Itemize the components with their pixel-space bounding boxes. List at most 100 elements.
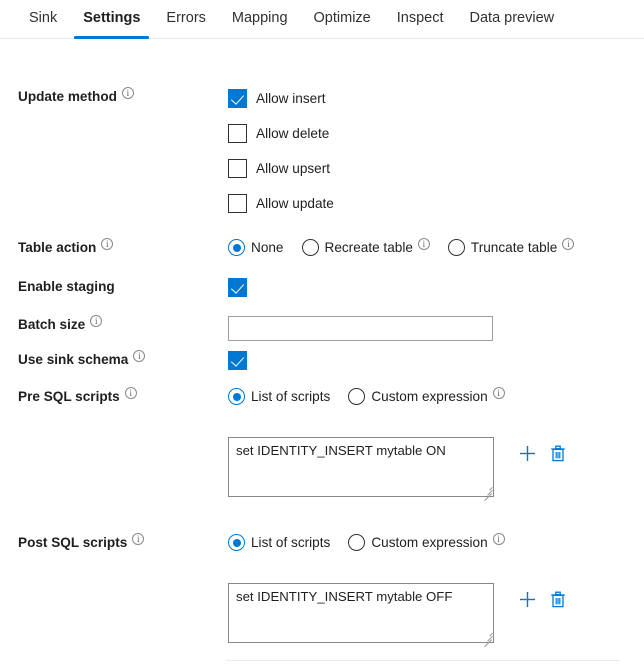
field-batch-size: Batch size	[0, 316, 644, 341]
update-method-options: Allow insert Allow delete Allow upsert A…	[228, 88, 644, 228]
checkbox-label-allow-insert[interactable]: Allow insert	[256, 91, 326, 106]
post-sql-scripts-label-text: Post SQL scripts	[18, 535, 127, 550]
field-use-sink-schema: Use sink schema	[0, 351, 644, 370]
enable-staging-label-text: Enable staging	[18, 279, 115, 294]
trash-icon[interactable]	[547, 588, 569, 610]
checkbox-label-allow-upsert[interactable]: Allow upsert	[256, 161, 330, 176]
tab-bar: Sink Settings Errors Mapping Optimize In…	[0, 0, 644, 39]
plus-icon[interactable]	[516, 442, 538, 464]
pre-sql-scripts-label-text: Pre SQL scripts	[18, 389, 120, 404]
info-icon[interactable]	[122, 87, 134, 99]
radio-label-pre-list-of-scripts[interactable]: List of scripts	[251, 389, 330, 404]
tab-errors[interactable]: Errors	[153, 0, 218, 39]
field-pre-sql-scripts: Pre SQL scripts List of scripts Custom e…	[0, 388, 644, 406]
radio-label-post-custom-expression[interactable]: Custom expression	[371, 535, 487, 550]
radio-label-truncate-table[interactable]: Truncate table	[471, 240, 557, 255]
radio-group-pre-sql-mode: List of scripts Custom expression	[228, 388, 644, 405]
trash-icon[interactable]	[547, 442, 569, 464]
field-post-sql-scripts: Post SQL scripts List of scripts Custom …	[0, 534, 644, 552]
radio-label-none[interactable]: None	[251, 240, 284, 255]
radio-item-truncate-table[interactable]: Truncate table	[448, 239, 574, 256]
info-icon[interactable]	[133, 350, 145, 362]
info-icon[interactable]	[493, 533, 505, 545]
pre-sql-script-editor-row: set IDENTITY_INSERT mytable ON	[0, 437, 644, 497]
info-icon[interactable]	[418, 238, 430, 250]
table-action-label-text: Table action	[18, 240, 96, 255]
radio-group-post-sql-mode: List of scripts Custom expression	[228, 534, 644, 551]
radio-group-table-action: None Recreate table Truncate table	[228, 239, 644, 256]
field-enable-staging: Enable staging	[0, 278, 644, 297]
pre-sql-editor-spacer	[0, 437, 228, 497]
radio-pre-custom-expression[interactable]	[348, 388, 365, 405]
post-sql-script-textarea[interactable]: set IDENTITY_INSERT mytable OFF	[228, 583, 494, 643]
enable-staging-label: Enable staging	[0, 278, 228, 297]
tab-mapping[interactable]: Mapping	[219, 0, 301, 39]
tab-data-preview[interactable]: Data preview	[457, 0, 568, 39]
pre-sql-scripts-label: Pre SQL scripts	[0, 388, 228, 406]
pre-sql-scripts-options: List of scripts Custom expression	[228, 388, 644, 406]
update-method-label-text: Update method	[18, 89, 117, 104]
info-icon[interactable]	[125, 387, 137, 399]
checkbox-row-allow-upsert[interactable]: Allow upsert	[228, 158, 644, 178]
info-icon[interactable]	[562, 238, 574, 250]
pre-sql-textarea-wrap: set IDENTITY_INSERT mytable ON	[228, 437, 494, 497]
info-icon[interactable]	[132, 533, 144, 545]
info-icon[interactable]	[101, 238, 113, 250]
radio-item-post-list-of-scripts[interactable]: List of scripts	[228, 534, 330, 551]
radio-none[interactable]	[228, 239, 245, 256]
post-sql-script-editor-row: set IDENTITY_INSERT mytable OFF	[0, 583, 644, 643]
checkbox-allow-update[interactable]	[228, 194, 247, 213]
update-method-label: Update method	[0, 88, 228, 228]
radio-item-pre-custom-expression[interactable]: Custom expression	[348, 388, 504, 405]
info-icon[interactable]	[90, 315, 102, 327]
post-sql-script-entry: set IDENTITY_INSERT mytable OFF	[228, 583, 644, 643]
post-sql-editor-spacer	[0, 583, 228, 643]
radio-item-pre-list-of-scripts[interactable]: List of scripts	[228, 388, 330, 405]
post-sql-textarea-wrap: set IDENTITY_INSERT mytable OFF	[228, 583, 494, 643]
pre-sql-script-textarea[interactable]: set IDENTITY_INSERT mytable ON	[228, 437, 494, 497]
info-icon[interactable]	[493, 387, 505, 399]
batch-size-label-text: Batch size	[18, 317, 85, 332]
plus-icon[interactable]	[516, 588, 538, 610]
tab-settings[interactable]: Settings	[70, 0, 153, 39]
settings-form: Update method Allow insert Allow delete …	[0, 39, 644, 49]
batch-size-label: Batch size	[0, 316, 228, 341]
checkbox-allow-insert[interactable]	[228, 89, 247, 108]
use-sink-schema-control	[228, 351, 644, 370]
radio-post-list-of-scripts[interactable]	[228, 534, 245, 551]
checkbox-label-allow-delete[interactable]: Allow delete	[256, 126, 329, 141]
radio-label-pre-custom-expression[interactable]: Custom expression	[371, 389, 487, 404]
checkbox-row-allow-delete[interactable]: Allow delete	[228, 123, 644, 143]
radio-truncate-table[interactable]	[448, 239, 465, 256]
post-sql-scripts-label: Post SQL scripts	[0, 534, 228, 552]
checkbox-row-allow-insert[interactable]: Allow insert	[228, 88, 644, 108]
use-sink-schema-label-text: Use sink schema	[18, 352, 128, 367]
field-update-method: Update method Allow insert Allow delete …	[0, 88, 644, 228]
checkbox-allow-delete[interactable]	[228, 124, 247, 143]
checkbox-row-allow-update[interactable]: Allow update	[228, 193, 644, 213]
checkbox-enable-staging[interactable]	[228, 278, 247, 297]
radio-label-post-list-of-scripts[interactable]: List of scripts	[251, 535, 330, 550]
radio-item-none[interactable]: None	[228, 239, 284, 256]
radio-label-recreate-table[interactable]: Recreate table	[325, 240, 413, 255]
field-table-action: Table action None Recreate table Truncat…	[0, 239, 644, 257]
checkbox-label-allow-update[interactable]: Allow update	[256, 196, 334, 211]
checkbox-allow-upsert[interactable]	[228, 159, 247, 178]
batch-size-input[interactable]	[228, 316, 493, 341]
tab-sink[interactable]: Sink	[16, 0, 70, 39]
radio-item-recreate-table[interactable]: Recreate table	[302, 239, 430, 256]
checkbox-use-sink-schema[interactable]	[228, 351, 247, 370]
radio-post-custom-expression[interactable]	[348, 534, 365, 551]
pre-sql-script-actions	[516, 437, 569, 464]
pre-sql-script-entry: set IDENTITY_INSERT mytable ON	[228, 437, 644, 497]
radio-recreate-table[interactable]	[302, 239, 319, 256]
post-sql-scripts-options: List of scripts Custom expression	[228, 534, 644, 552]
tab-optimize[interactable]: Optimize	[301, 0, 384, 39]
table-action-label: Table action	[0, 239, 228, 257]
batch-size-control	[228, 316, 644, 341]
tab-inspect[interactable]: Inspect	[384, 0, 457, 39]
pre-sql-editor-control: set IDENTITY_INSERT mytable ON	[228, 437, 644, 497]
radio-item-post-custom-expression[interactable]: Custom expression	[348, 534, 504, 551]
radio-pre-list-of-scripts[interactable]	[228, 388, 245, 405]
table-action-options: None Recreate table Truncate table	[228, 239, 644, 257]
